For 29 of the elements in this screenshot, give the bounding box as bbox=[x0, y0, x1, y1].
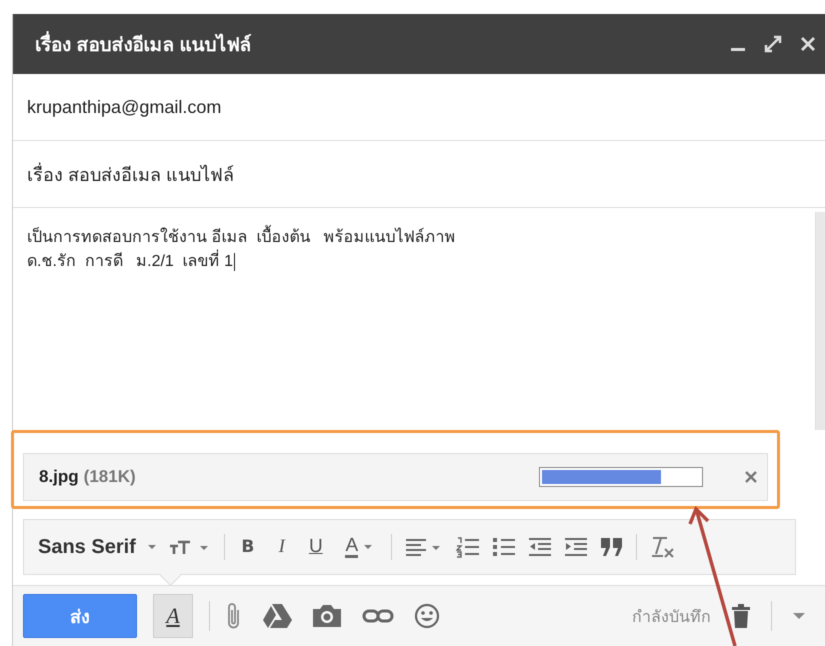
text-color-button[interactable]: A bbox=[338, 536, 379, 558]
emoji-icon[interactable] bbox=[414, 603, 440, 629]
scrollbar[interactable] bbox=[815, 212, 825, 430]
save-status: กำลังบันทึก bbox=[632, 608, 711, 628]
camera-icon[interactable] bbox=[312, 604, 342, 628]
remove-icon[interactable] bbox=[745, 471, 757, 483]
close-icon[interactable] bbox=[800, 36, 816, 52]
paperclip-icon[interactable] bbox=[226, 602, 242, 630]
window-title: เรื่อง สอบส่งอีเมล แนบไฟล์ bbox=[35, 29, 730, 59]
bulleted-list-icon[interactable] bbox=[492, 536, 516, 558]
subject-field[interactable]: เรื่อง สอบส่งอีเมล แนบไฟล์ bbox=[27, 160, 234, 188]
attachment-size: (181K) bbox=[84, 467, 137, 487]
font-dropdown[interactable]: Sans Serif bbox=[38, 536, 156, 558]
attachment-name: 8.jpg bbox=[39, 467, 79, 487]
indent-icon[interactable] bbox=[564, 537, 588, 557]
recipient-field[interactable]: krupanthipa@gmail.com bbox=[27, 96, 222, 118]
underline-button[interactable]: U bbox=[304, 536, 327, 558]
formatting-toggle[interactable]: A bbox=[153, 594, 193, 638]
link-icon[interactable] bbox=[362, 608, 394, 624]
outdent-icon[interactable] bbox=[528, 537, 552, 557]
italic-button[interactable]: I bbox=[270, 536, 293, 558]
message-body[interactable]: เป็นการทดสอบการใช้งาน อีเมล เบื้องต้น พร้อมแนบไฟล์ภาพ ด.ช.รัก การดี ม.2/1 เลขที่ 1 bbox=[13, 208, 815, 430]
trash-icon[interactable] bbox=[731, 603, 751, 629]
bold-button[interactable]: B bbox=[236, 537, 259, 557]
more-options-icon[interactable] bbox=[792, 612, 806, 620]
drive-icon[interactable] bbox=[262, 603, 292, 629]
numbered-list-icon[interactable] bbox=[456, 536, 480, 558]
expand-icon[interactable] bbox=[764, 35, 782, 53]
quote-icon[interactable] bbox=[600, 537, 624, 557]
